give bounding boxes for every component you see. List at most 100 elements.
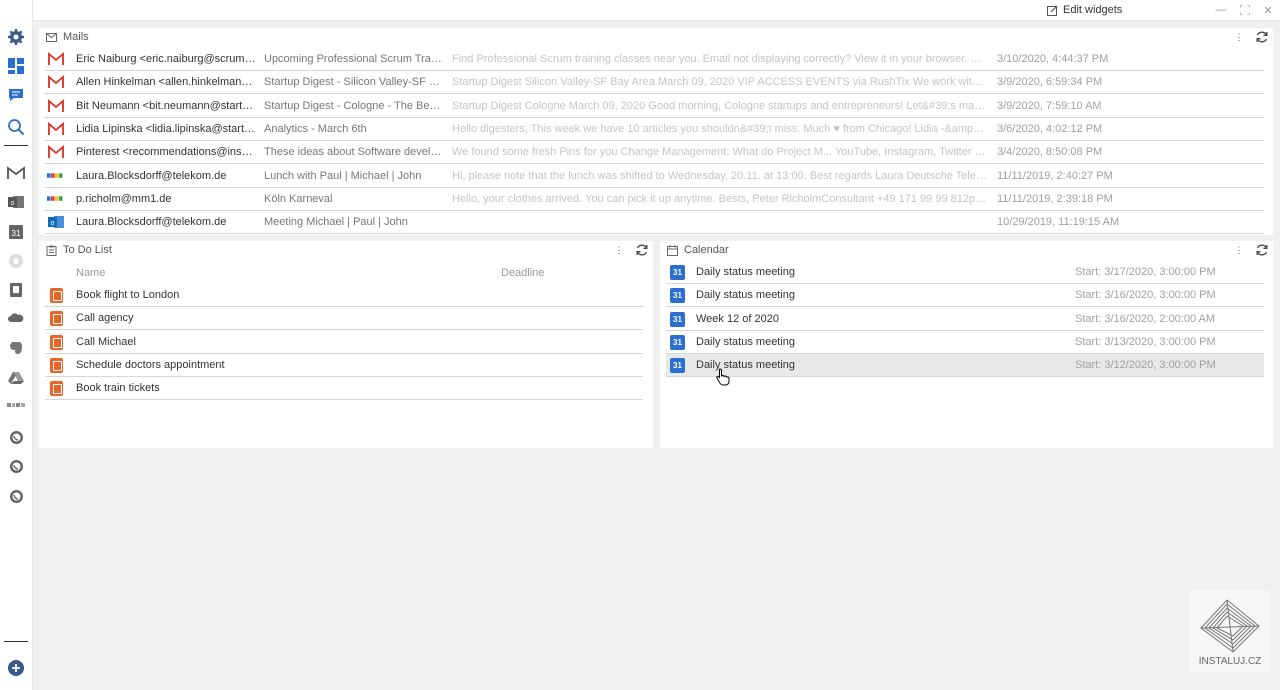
- mail-row[interactable]: Eric Naiburg <eric.naiburg@scrum.org> Upc…: [45, 48, 1264, 71]
- mail-date: 3/10/2020, 4:44:37 PM: [997, 53, 1109, 65]
- column-header-deadline[interactable]: Deadline: [501, 263, 544, 283]
- more-options-icon[interactable]: ⋮: [1234, 244, 1244, 256]
- maximize-icon[interactable]: [1237, 2, 1253, 18]
- outlook-icon: o: [48, 216, 64, 229]
- gmail-icon: [48, 121, 64, 135]
- whatsapp-icon[interactable]: [6, 456, 26, 476]
- mail-sender: Bit Neumann <bit.neumann@startupd...: [76, 99, 256, 112]
- mail-sender: Laura.Blocksdorff@telekom.de: [76, 169, 227, 182]
- calendar-event[interactable]: 31 Daily status meeting Start: 3/17/2020, …: [666, 261, 1264, 284]
- calendar-event[interactable]: 31 Daily status meeting Start: 3/16/2020, …: [666, 284, 1264, 308]
- event-start: Start: 3/17/2020, 3:00:00 PM: [1075, 266, 1216, 278]
- dashboard-icon[interactable]: [6, 56, 26, 76]
- mail-preview: Find Professional Scrum training classes…: [452, 53, 987, 65]
- add-icon[interactable]: [6, 658, 26, 678]
- calendar-event[interactable]: 31 Daily status meeting Start: 3/12/2020, …: [666, 354, 1264, 378]
- todo-item-name: Book train tickets: [76, 382, 160, 395]
- telekom-icon: [47, 172, 63, 178]
- mail-preview: Hello digesters, This week we have 10 ar…: [452, 122, 987, 135]
- svg-text:o: o: [51, 220, 55, 227]
- contacts-icon[interactable]: [6, 280, 26, 300]
- mail-preview: Startup Digest Silicon Valley-SF Bay Are…: [452, 76, 987, 89]
- more-options-icon[interactable]: ⋮: [1234, 31, 1244, 43]
- mail-date: 11/11/2019, 2:39:18 PM: [997, 192, 1113, 205]
- mail-date: 10/29/2019, 11:19:15 AM: [997, 216, 1120, 229]
- todo-item[interactable]: Schedule doctors appointment: [45, 354, 643, 377]
- mail-subject: Startup Digest - Silicon Valley-SF Bay A…: [264, 76, 444, 89]
- mail-sender: Lidia Lipinska <lidia.lipinska@startup..…: [76, 122, 256, 135]
- task-icon: [50, 311, 63, 327]
- calendar-event[interactable]: 31 Week 12 of 2020 Start: 3/16/2020, 2:00:…: [666, 308, 1264, 331]
- calendar-event[interactable]: 31 Daily status meeting Start: 3/13/2020, …: [666, 331, 1264, 354]
- mail-date: 3/6/2020, 4:02:12 PM: [997, 122, 1103, 135]
- outlook-icon[interactable]: o: [6, 192, 26, 212]
- chat-icon[interactable]: [6, 85, 26, 105]
- edit-widgets-button[interactable]: Edit widgets: [1047, 4, 1122, 16]
- todo-item[interactable]: Book flight to London: [45, 284, 643, 307]
- mail-icon: [46, 32, 57, 42]
- settings-icon[interactable]: [6, 27, 26, 47]
- gmail-icon: [48, 145, 64, 159]
- todo-header: To Do List: [39, 241, 653, 259]
- mail-row[interactable]: p.richolm@mm1.de Köln Karneval Hello, your…: [45, 188, 1264, 211]
- event-start: Start: 3/16/2020, 3:00:00 PM: [1075, 289, 1216, 302]
- gmail-icon[interactable]: [6, 163, 26, 183]
- event-title: Daily status meeting: [696, 359, 796, 372]
- calendar-icon: [667, 244, 678, 256]
- close-icon[interactable]: ✕: [1260, 2, 1276, 18]
- task-icon: [50, 357, 63, 373]
- mail-row[interactable]: Pinterest <recommendations@inspire... The…: [45, 141, 1264, 165]
- mail-sender: p.richolm@mm1.de: [76, 192, 172, 205]
- watermark-logo: INSTALUJ.CZ: [1189, 590, 1271, 672]
- gmail-icon: [48, 52, 64, 65]
- mails-header: Mails: [39, 28, 1273, 46]
- mail-preview: Hi, please note that the lunch was shift…: [452, 169, 987, 182]
- refresh-icon[interactable]: [1255, 30, 1269, 44]
- task-icon: [50, 288, 63, 303]
- task-icon: [50, 334, 63, 350]
- mail-subject: Analytics - March 6th: [264, 122, 367, 135]
- evernote-icon[interactable]: [6, 338, 26, 358]
- google-calendar-icon: 31: [670, 265, 685, 280]
- mail-row[interactable]: Bit Neumann <bit.neumann@startupd... Star…: [45, 95, 1264, 118]
- task-icon: [50, 381, 63, 397]
- event-title: Daily status meeting: [696, 266, 796, 278]
- todo-item[interactable]: Call agency: [45, 307, 643, 331]
- todo-item-name: Call agency: [76, 312, 134, 325]
- hand-cursor-icon: [716, 368, 730, 386]
- mails-widget: Mails ⋮ Eric Naiburg <eric.naiburg@scrum…: [39, 28, 1273, 235]
- mail-preview: Startup Digest Cologne March 09, 2020 Go…: [452, 99, 987, 112]
- todo-item[interactable]: Call Michael: [45, 331, 643, 354]
- mail-subject: Köln Karneval: [264, 192, 333, 205]
- todo-item[interactable]: Book train tickets: [45, 377, 643, 401]
- event-start: Start: 3/13/2020, 3:00:00 PM: [1075, 335, 1216, 348]
- minimize-icon[interactable]: —: [1213, 2, 1229, 18]
- more-options-icon[interactable]: ⋮: [614, 244, 624, 256]
- mail-row[interactable]: Laura.Blocksdorff@telekom.de Lunch with P…: [45, 165, 1264, 188]
- whatsapp-icon[interactable]: [6, 486, 26, 506]
- watermark-text: INSTALUJ.CZ: [1198, 656, 1262, 667]
- calendar-icon[interactable]: 31: [6, 222, 26, 242]
- google-calendar-icon: 31: [670, 358, 685, 374]
- cloud-icon[interactable]: [6, 308, 26, 328]
- mail-row[interactable]: Lidia Lipinska <lidia.lipinska@startup..…: [45, 118, 1264, 141]
- refresh-icon[interactable]: [1255, 243, 1269, 257]
- event-title: Daily status meeting: [696, 335, 796, 348]
- drive-icon[interactable]: [6, 368, 26, 388]
- google-calendar-icon: 31: [670, 311, 685, 327]
- mail-row[interactable]: o Laura.Blocksdorff@telekom.de Meeting Mic…: [45, 211, 1264, 235]
- todo-item-name: Book flight to London: [76, 289, 180, 301]
- mail-sender: Laura.Blocksdorff@telekom.de: [76, 216, 227, 229]
- mail-subject: Upcoming Professional Scrum Training...: [264, 53, 444, 65]
- svg-text:o: o: [11, 200, 15, 207]
- search-icon[interactable]: [6, 117, 26, 137]
- telekom-icon[interactable]: [6, 395, 26, 415]
- event-start: Start: 3/12/2020, 3:00:00 PM: [1075, 359, 1216, 372]
- apps-icon[interactable]: [6, 251, 26, 271]
- column-header-name[interactable]: Name: [76, 263, 105, 283]
- mail-date: 3/9/2020, 7:59:10 AM: [997, 99, 1102, 112]
- refresh-icon[interactable]: [635, 243, 649, 257]
- todo-item-name: Schedule doctors appointment: [76, 358, 225, 371]
- mail-row[interactable]: Allen Hinkelman <allen.hinkelman@st... St…: [45, 71, 1264, 95]
- whatsapp-icon[interactable]: [6, 427, 26, 447]
